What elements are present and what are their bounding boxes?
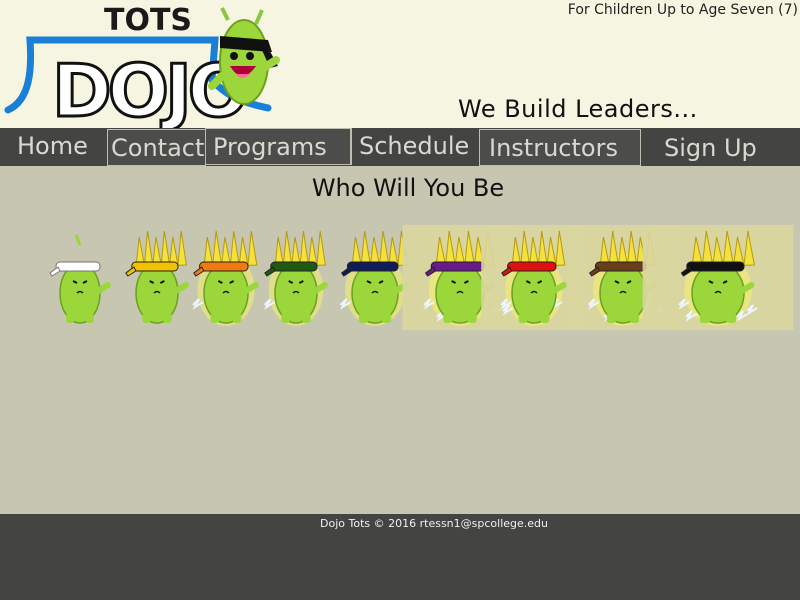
logo-top-text: TOTS [104,3,192,38]
green-belt-character [263,230,328,326]
logo-main-text: DOJO [52,49,246,128]
slogan: We Build Leaders... [458,95,698,123]
nav-programs[interactable]: Programs [205,128,351,165]
footer-copyright: Dojo Tots © 2016 rtessn1@spcollege.edu [320,517,548,530]
belt-progression [0,225,800,333]
nav-sign-up[interactable]: Sign Up [664,130,757,167]
site-footer: Dojo Tots © 2016 rtessn1@spcollege.edu [0,514,800,600]
nav-contact[interactable]: Contact [107,129,206,166]
nav-schedule[interactable]: Schedule [351,128,479,165]
dojo-tots-logo[interactable]: TOTS DOJO [0,0,280,128]
orange-belt-character [192,230,259,326]
age-note: For Children Up to Age Seven (7) [567,2,798,18]
yellow-belt-character [125,230,189,324]
main-nav: Home Contact Programs Schedule Instructo… [0,128,800,166]
site-header: TOTS DOJO For Children Up to Age Seven (… [0,0,800,128]
belt-characters [49,225,794,330]
nav-instructors[interactable]: Instructors [479,129,641,166]
nav-home[interactable]: Home [17,128,88,165]
page-headline: Who Will You Be [311,174,505,202]
black-belt-character [642,225,794,330]
white-belt-character [49,234,111,324]
